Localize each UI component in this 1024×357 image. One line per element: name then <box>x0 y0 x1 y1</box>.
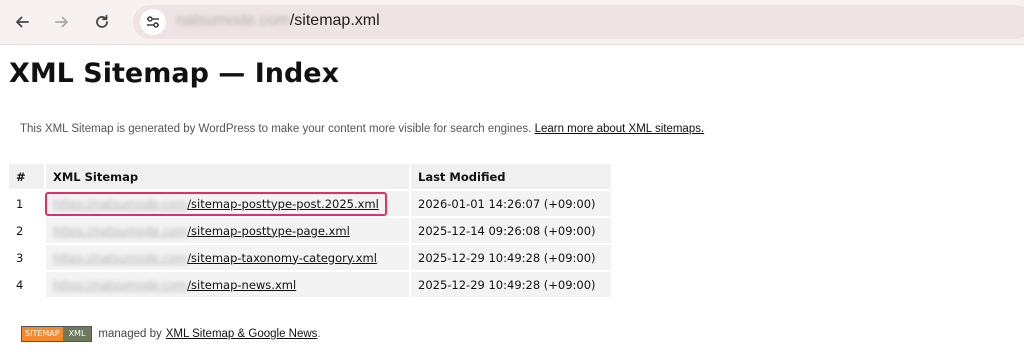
header-number: # <box>9 164 46 190</box>
blurred-url-prefix: https://natsumode.com <box>53 277 188 292</box>
sitemap-link[interactable]: https://natsumode.com/sitemap-taxonomy-c… <box>53 251 377 265</box>
forward-arrow-icon <box>55 16 68 28</box>
header-last-modified: Last Modified <box>410 164 613 190</box>
sitemap-cell: https://natsumode.com/sitemap-posttype-p… <box>45 216 411 244</box>
back-button[interactable] <box>8 8 36 36</box>
reload-button[interactable] <box>88 8 116 36</box>
sitemap-link-path[interactable]: /sitemap-taxonomy-category.xml <box>187 251 377 265</box>
header-sitemap: XML Sitemap <box>45 164 411 190</box>
back-arrow-icon <box>16 16 29 28</box>
plugin-link[interactable]: XML Sitemap & Google News <box>166 326 318 342</box>
row-number: 4 <box>9 270 46 297</box>
learn-more-link[interactable]: Learn more about XML sitemaps. <box>535 123 705 135</box>
intro-description: This XML Sitemap is generated by WordPre… <box>20 123 532 135</box>
page-title: XML Sitemap — Index <box>9 58 340 89</box>
last-modified-cell: 2026-01-01 14:26:07 (+09:00) <box>410 189 613 217</box>
sitemap-link[interactable]: https://natsumode.com/sitemap-posttype-p… <box>45 191 387 216</box>
sitemap-link-path[interactable]: /sitemap-news.xml <box>187 278 296 292</box>
badge-right: XML <box>62 327 92 341</box>
url-host-blurred: natsumode.com <box>176 12 290 29</box>
sitemap-link[interactable]: https://natsumode.com/sitemap-news.xml <box>53 278 296 292</box>
sitemap-link-path[interactable]: /sitemap-posttype-post.2025.xml <box>187 197 379 211</box>
url-text[interactable]: natsumode.com/sitemap.xml <box>176 10 380 32</box>
row-number: 1 <box>9 189 46 217</box>
table-row: 3 https://natsumode.com/sitemap-taxonomy… <box>9 243 613 271</box>
table-row: 1 https://natsumode.com/sitemap-posttype… <box>9 189 613 217</box>
blurred-url-prefix: https://natsumode.com <box>53 196 188 211</box>
intro-text: This XML Sitemap is generated by WordPre… <box>20 121 704 137</box>
sitemap-xml-badge[interactable]: SITEMAP XML <box>21 326 93 342</box>
last-modified-cell: 2025-12-29 10:49:28 (+09:00) <box>410 270 613 297</box>
url-path: /sitemap.xml <box>289 12 380 29</box>
forward-button[interactable] <box>48 8 76 36</box>
table-header-row: # XML Sitemap Last Modified <box>9 164 613 190</box>
row-number: 3 <box>9 243 46 271</box>
last-modified-cell: 2025-12-14 09:26:08 (+09:00) <box>410 216 613 244</box>
tune-icon <box>147 16 159 28</box>
sitemap-cell: https://natsumode.com/sitemap-posttype-p… <box>45 189 411 217</box>
site-info-button[interactable] <box>140 9 166 35</box>
sitemap-cell: https://natsumode.com/sitemap-taxonomy-c… <box>45 243 411 271</box>
sitemap-table: # XML Sitemap Last Modified 1 https://na… <box>9 164 613 297</box>
managed-by-text: managed by <box>98 328 162 340</box>
footer-period: . <box>317 328 321 340</box>
sitemap-link-path[interactable]: /sitemap-posttype-page.xml <box>187 224 350 238</box>
blurred-url-prefix: https://natsumode.com <box>53 223 188 238</box>
sitemap-link[interactable]: https://natsumode.com/sitemap-posttype-p… <box>53 224 350 238</box>
badge-left: SITEMAP <box>22 327 63 341</box>
sitemap-cell: https://natsumode.com/sitemap-news.xml <box>45 270 411 297</box>
browser-toolbar: natsumode.com/sitemap.xml <box>0 0 1024 45</box>
reload-icon <box>96 14 108 28</box>
footer: SITEMAP XML managed by XML Sitemap & Goog… <box>21 326 321 342</box>
blurred-url-prefix: https://natsumode.com <box>53 250 188 265</box>
last-modified-cell: 2025-12-29 10:49:28 (+09:00) <box>410 243 613 271</box>
table-row: 4 https://natsumode.com/sitemap-news.xml… <box>9 270 613 297</box>
row-number: 2 <box>9 216 46 244</box>
table-row: 2 https://natsumode.com/sitemap-posttype… <box>9 216 613 244</box>
